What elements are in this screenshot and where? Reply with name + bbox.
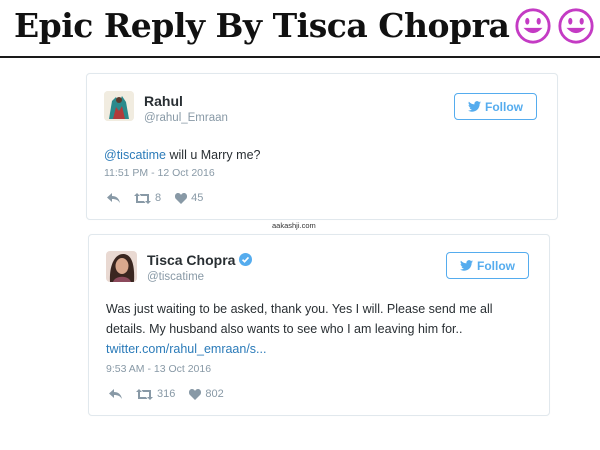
follow-button[interactable]: Follow xyxy=(454,93,537,120)
tweet-timestamp[interactable]: 9:53 AM - 13 Oct 2016 xyxy=(106,363,211,375)
avatar[interactable] xyxy=(106,251,137,282)
heart-icon xyxy=(189,388,202,400)
reply-icon xyxy=(109,389,122,399)
retweet-count: 316 xyxy=(157,388,176,400)
twitter-bird-icon xyxy=(468,101,481,112)
tweet-timestamp[interactable]: 11:51 PM - 12 Oct 2016 xyxy=(104,167,215,179)
twitter-bird-icon xyxy=(460,260,473,271)
follow-label: Follow xyxy=(477,258,515,273)
tweet-author-name[interactable]: Rahul xyxy=(144,93,183,109)
tweet-author-name[interactable]: Tisca Chopra xyxy=(147,252,253,268)
like-button[interactable]: 802 xyxy=(189,388,224,400)
like-count: 45 xyxy=(191,192,204,204)
tweet-card-rahul[interactable]: Rahul @rahul_Emraan Follow @tiscatime wi… xyxy=(86,73,558,220)
like-button[interactable]: 45 xyxy=(175,192,203,204)
tweet-body-line: Was just waiting to be asked, thank you.… xyxy=(106,302,493,316)
tweet-card-tisca[interactable]: Tisca Chopra @tiscatime Follow Was just … xyxy=(88,234,550,416)
tweet-actions: 8 45 xyxy=(107,192,203,204)
mention-link[interactable]: @tiscatime xyxy=(104,148,166,162)
reply-button[interactable] xyxy=(107,193,120,203)
tweet-text: Was just waiting to be asked, thank you.… xyxy=(106,299,536,359)
retweet-icon xyxy=(134,192,151,204)
tweet-link[interactable]: twitter.com/rahul_emraan/s... xyxy=(106,339,536,359)
headline-divider xyxy=(0,56,600,58)
tweet-body-line: details. My husband also wants to see wh… xyxy=(106,322,463,336)
heart-icon xyxy=(175,192,188,204)
retweet-button[interactable]: 8 xyxy=(134,192,161,204)
tweet-text: @tiscatime will u Marry me? xyxy=(104,145,260,165)
follow-label: Follow xyxy=(485,99,523,114)
like-count: 802 xyxy=(205,388,224,400)
avatar[interactable] xyxy=(104,91,134,121)
retweet-button[interactable]: 316 xyxy=(136,388,175,400)
retweet-icon xyxy=(136,388,153,400)
watermark: aakashji.com xyxy=(272,221,316,230)
tweet-author-handle[interactable]: @tiscatime xyxy=(147,271,204,283)
smiley-icon xyxy=(515,7,551,44)
tweet-author-name-text: Tisca Chopra xyxy=(147,252,236,268)
headline: Epic Reply By Tisca Chopra xyxy=(14,6,595,45)
headline-title: Epic Reply By Tisca Chopra xyxy=(14,6,510,45)
tweet-body: will u Marry me? xyxy=(166,148,261,162)
reply-icon xyxy=(107,193,120,203)
verified-badge-icon xyxy=(239,253,253,266)
tweet-actions: 316 802 xyxy=(109,388,224,400)
reply-button[interactable] xyxy=(109,389,122,399)
follow-button[interactable]: Follow xyxy=(446,252,529,279)
retweet-count: 8 xyxy=(155,192,162,204)
smiley-icon xyxy=(558,7,594,44)
tweet-author-handle[interactable]: @rahul_Emraan xyxy=(144,112,228,124)
